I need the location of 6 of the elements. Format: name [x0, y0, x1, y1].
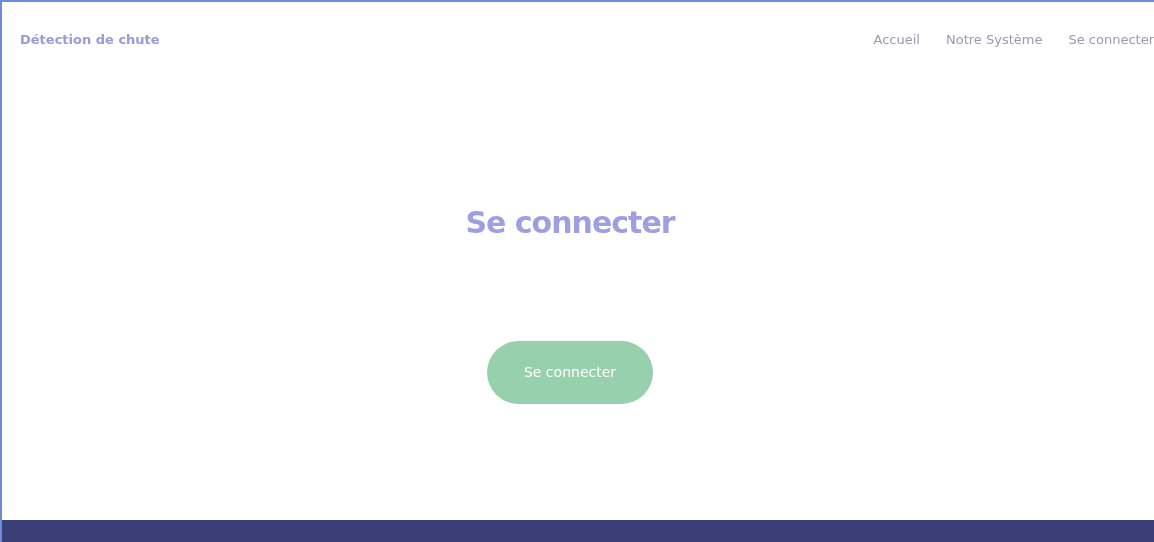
nav-link[interactable]: Se connecter [1068, 30, 1154, 50]
brand-title[interactable]: Détection de chute [20, 30, 160, 50]
nav-link[interactable]: Notre Système [946, 30, 1043, 50]
login-button[interactable]: Se connecter [487, 340, 653, 404]
page-title: Se connecter [465, 204, 675, 241]
nav-link[interactable]: Accueil [873, 30, 920, 50]
